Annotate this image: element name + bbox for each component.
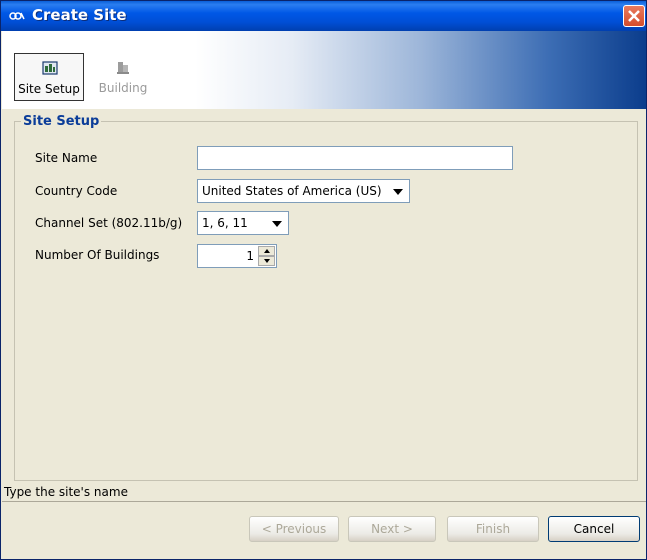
create-site-dialog: Create Site Site Setup Building Site Set…	[0, 0, 647, 560]
close-button[interactable]	[623, 5, 645, 27]
building-icon	[117, 62, 129, 74]
close-icon	[628, 10, 640, 22]
country-code-value: United States of America (US)	[202, 184, 382, 198]
window-title: Create Site	[32, 6, 127, 24]
previous-button[interactable]: < Previous	[249, 516, 339, 542]
toolbar-site-setup-label: Site Setup	[18, 82, 80, 96]
site-name-label: Site Name	[35, 151, 98, 165]
site-name-input[interactable]	[197, 146, 513, 170]
status-divider	[2, 501, 646, 502]
chevron-down-icon	[272, 221, 282, 227]
cancel-button[interactable]: Cancel	[548, 516, 640, 542]
site-icon	[42, 61, 58, 75]
country-code-select[interactable]: United States of America (US)	[197, 179, 410, 203]
buildings-stepper[interactable]: 1	[197, 244, 277, 268]
wizard-toolbar: Site Setup Building	[2, 31, 646, 109]
finish-button[interactable]: Finish	[447, 516, 539, 542]
chevron-down-icon	[393, 189, 403, 195]
channel-set-value: 1, 6, 11	[202, 216, 248, 230]
country-code-label: Country Code	[35, 184, 118, 198]
toolbar-building-label: Building	[98, 81, 148, 95]
toolbar-building-button[interactable]: Building	[88, 53, 158, 101]
buildings-value: 1	[246, 249, 254, 263]
panel-title: Site Setup	[21, 114, 102, 129]
channel-set-select[interactable]: 1, 6, 11	[197, 211, 289, 235]
toolbar-site-setup-button[interactable]: Site Setup	[14, 53, 84, 101]
title-bar[interactable]: Create Site	[1, 1, 646, 31]
buildings-label: Number Of Buildings	[35, 248, 160, 262]
app-logo-icon	[9, 12, 25, 20]
spin-up-icon[interactable]	[258, 246, 275, 256]
site-setup-panel	[14, 121, 638, 481]
next-button[interactable]: Next >	[348, 516, 436, 542]
spin-down-icon[interactable]	[258, 256, 275, 266]
channel-set-label: Channel Set (802.11b/g)	[35, 216, 183, 230]
status-text: Type the site's name	[4, 485, 128, 499]
